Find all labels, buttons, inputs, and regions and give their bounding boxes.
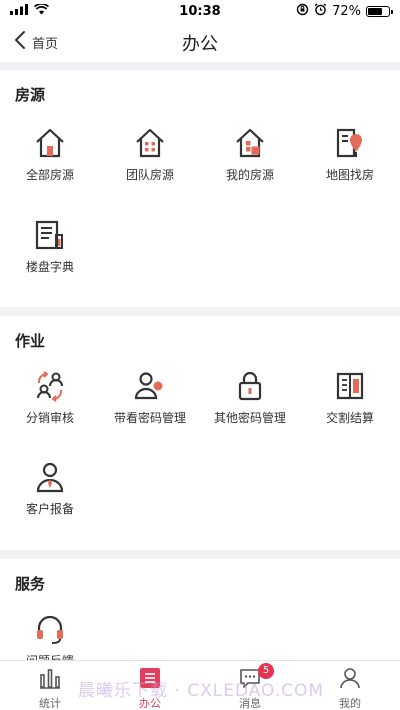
feedback-label: 问题反馈 bbox=[0, 652, 100, 660]
office-icon bbox=[139, 667, 161, 693]
other-password-item[interactable]: 其他密码管理 bbox=[200, 368, 300, 426]
all-listings-item[interactable]: 全部房源 bbox=[0, 125, 100, 183]
tab-profile-label: 我的 bbox=[339, 697, 361, 710]
navigation-bar: 首页 办公 bbox=[0, 22, 400, 62]
tab-profile[interactable]: 我的 bbox=[300, 661, 400, 710]
work-section: 作业 分销审核 带看密码管理 其他密码管理 交割结算 客户报备 bbox=[0, 316, 400, 550]
battery-percent: 72% bbox=[332, 3, 361, 19]
battery-fill bbox=[368, 7, 383, 15]
team-listings-item[interactable]: 团队房源 bbox=[100, 125, 200, 183]
tab-office[interactable]: 办公 bbox=[100, 661, 200, 710]
tab-messages-label: 消息 bbox=[239, 697, 261, 710]
all-listings-label: 全部房源 bbox=[25, 168, 74, 182]
headset-icon bbox=[0, 611, 100, 647]
signal-icon bbox=[10, 3, 28, 19]
section-title: 作业 bbox=[15, 332, 46, 350]
back-label: 首页 bbox=[32, 36, 59, 52]
tab-statistics-label: 统计 bbox=[39, 697, 61, 710]
wifi-icon bbox=[34, 2, 49, 19]
feedback-item[interactable]: 问题反馈 bbox=[0, 611, 100, 660]
distribution-review-item[interactable]: 分销审核 bbox=[0, 368, 100, 426]
message-count-badge: 5 bbox=[258, 663, 274, 679]
service-section: 服务 问题反馈 bbox=[0, 559, 400, 660]
tab-statistics[interactable]: 统计 bbox=[0, 661, 100, 710]
settlement-item[interactable]: 交割结算 bbox=[300, 368, 400, 426]
page-title: 办公 bbox=[182, 34, 218, 55]
customer-report-item[interactable]: 客户报备 bbox=[0, 459, 100, 517]
building-dictionary-item[interactable]: 楼盘字典 bbox=[0, 217, 100, 275]
viewing-password-item[interactable]: 带看密码管理 bbox=[100, 368, 200, 426]
my-listings-item[interactable]: 我的房源 bbox=[200, 125, 300, 183]
viewing-password-label: 带看密码管理 bbox=[113, 411, 186, 425]
profile-icon bbox=[339, 667, 361, 693]
map-pin-building-icon bbox=[300, 125, 400, 161]
tab-messages[interactable]: 5 消息 bbox=[200, 661, 300, 710]
my-house-icon bbox=[200, 125, 300, 161]
housing-section: 房源 全部房源 团队房源 我的房源 地图找房 楼盘字典 bbox=[0, 70, 400, 307]
other-password-label: 其他密码管理 bbox=[213, 411, 286, 425]
lock-icon bbox=[200, 368, 300, 404]
chevron-left-icon bbox=[14, 30, 26, 54]
map-search-label: 地图找房 bbox=[325, 168, 374, 182]
tab-office-label: 办公 bbox=[139, 697, 161, 710]
settlement-label: 交割结算 bbox=[325, 411, 374, 425]
team-house-icon bbox=[100, 125, 200, 161]
status-bar: 10:38 72% bbox=[0, 0, 400, 22]
bottom-tab-bar: 统计 办公 5 消息 我的 bbox=[0, 660, 400, 710]
map-search-item[interactable]: 地图找房 bbox=[300, 125, 400, 183]
section-title: 房源 bbox=[15, 86, 46, 104]
alarm-icon bbox=[314, 3, 327, 20]
battery-icon bbox=[366, 5, 393, 17]
back-button[interactable]: 首页 bbox=[14, 28, 58, 56]
ledger-book-icon bbox=[300, 368, 400, 404]
distribution-review-label: 分销审核 bbox=[25, 411, 74, 425]
user-group-icon bbox=[100, 368, 200, 404]
building-dictionary-label: 楼盘字典 bbox=[25, 260, 74, 274]
team-listings-label: 团队房源 bbox=[125, 168, 174, 182]
customer-report-label: 客户报备 bbox=[25, 502, 74, 516]
customer-report-icon bbox=[0, 459, 100, 495]
user-exchange-icon bbox=[0, 368, 100, 404]
rotation-lock-icon bbox=[296, 3, 309, 20]
bar-chart-icon bbox=[39, 667, 61, 693]
house-icon bbox=[0, 125, 100, 161]
my-listings-label: 我的房源 bbox=[225, 168, 274, 182]
building-dictionary-icon bbox=[0, 217, 100, 253]
section-title: 服务 bbox=[15, 575, 46, 593]
